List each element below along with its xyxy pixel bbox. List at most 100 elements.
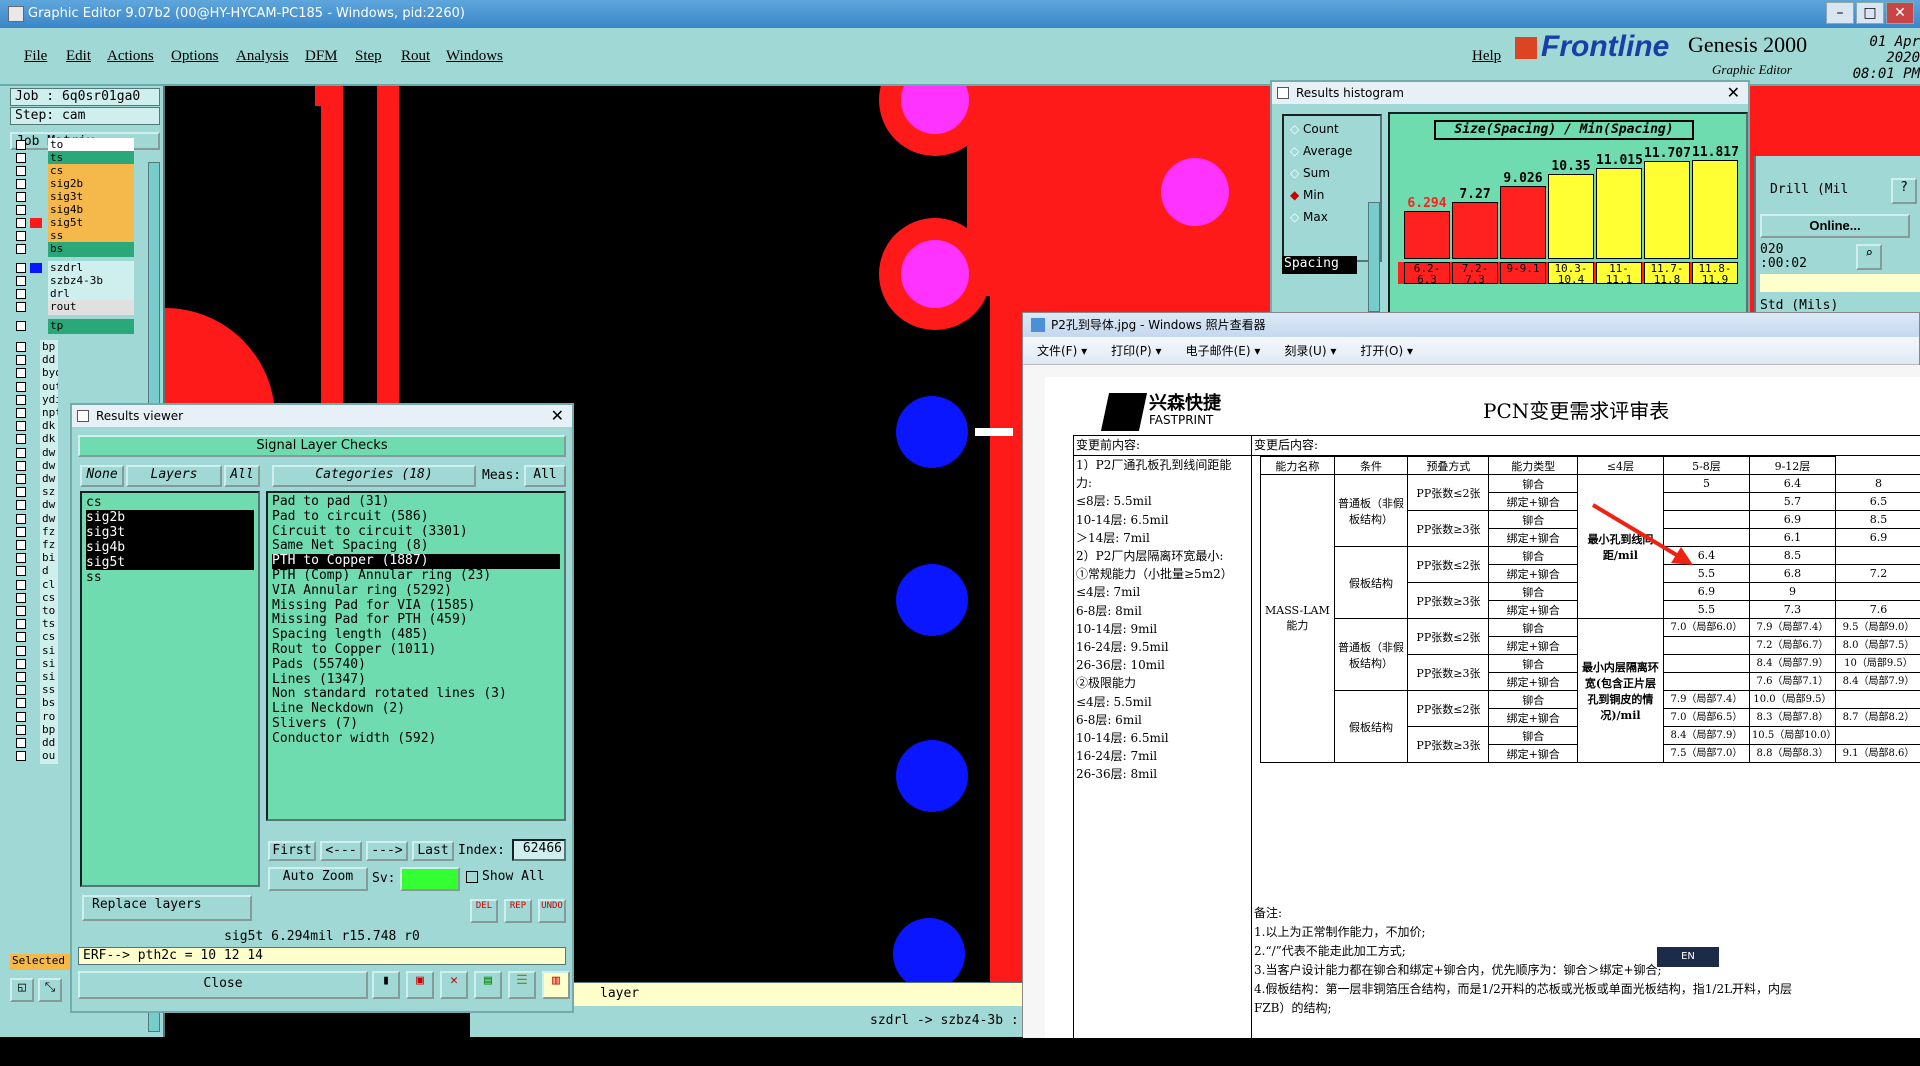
replace-layers-button[interactable]: Replace layers bbox=[82, 895, 252, 921]
aggregation-option[interactable]: ◇ Count bbox=[1290, 122, 1339, 136]
menu-rout[interactable]: Rout bbox=[401, 48, 430, 65]
layer-checkbox[interactable] bbox=[16, 474, 26, 484]
category-item[interactable]: Missing Pad for PTH (459) bbox=[272, 613, 560, 628]
photo-menu-item[interactable]: 文件(F) ▾ bbox=[1037, 344, 1087, 358]
layer-checkbox[interactable] bbox=[16, 738, 26, 748]
layer-row[interactable]: rout bbox=[14, 300, 134, 315]
layer-checkbox[interactable] bbox=[16, 527, 26, 537]
results-viewer-close-icon[interactable]: ✕ bbox=[551, 405, 564, 427]
layer-checkbox[interactable] bbox=[16, 593, 26, 603]
zoom-tool-icon[interactable]: ⤡ bbox=[38, 978, 62, 1002]
histogram-bar[interactable] bbox=[1500, 186, 1546, 259]
photo-menu-item[interactable]: 电子邮件(E) ▾ bbox=[1186, 344, 1261, 358]
menu-edit[interactable]: Edit bbox=[66, 48, 91, 65]
layer-checkbox[interactable] bbox=[16, 698, 26, 708]
histogram-bar[interactable] bbox=[1404, 211, 1450, 259]
layer-checkbox[interactable] bbox=[16, 263, 26, 273]
drill-hole[interactable] bbox=[896, 396, 968, 468]
category-item[interactable]: Missing Pad for VIA (1585) bbox=[272, 599, 560, 614]
menu-analysis[interactable]: Analysis bbox=[236, 48, 289, 65]
zoom-icon[interactable]: ⌕ bbox=[1856, 244, 1882, 270]
layer-checkbox[interactable] bbox=[16, 619, 26, 629]
categories-button[interactable]: Categories (18) bbox=[272, 465, 476, 487]
menu-step[interactable]: Step bbox=[355, 48, 382, 65]
layer-checkbox[interactable] bbox=[16, 751, 26, 761]
rep-icon[interactable]: REP bbox=[504, 899, 532, 923]
layer-checkbox[interactable] bbox=[16, 487, 26, 497]
result-layer-item[interactable]: ss bbox=[86, 570, 254, 585]
first-button[interactable]: First bbox=[268, 841, 316, 861]
category-item[interactable]: Same Net Spacing (8) bbox=[272, 539, 560, 554]
layer-checkbox[interactable] bbox=[16, 540, 26, 550]
layer-checkbox[interactable] bbox=[16, 231, 26, 241]
aggregation-option[interactable]: ◇ Sum bbox=[1290, 166, 1330, 180]
category-item[interactable]: VIA Annular ring (5292) bbox=[272, 584, 560, 599]
histogram-bar[interactable] bbox=[1548, 174, 1594, 259]
layer-checkbox[interactable] bbox=[16, 289, 26, 299]
clear-icon[interactable]: ✕ bbox=[440, 971, 468, 999]
category-item[interactable]: Pad to circuit (586) bbox=[272, 510, 560, 525]
category-item[interactable]: Pad to pad (31) bbox=[272, 495, 560, 510]
layer-checkbox[interactable] bbox=[16, 672, 26, 682]
result-layer-item[interactable]: sig3t bbox=[86, 525, 254, 540]
layer-checkbox[interactable] bbox=[16, 580, 26, 590]
layer-checkbox[interactable] bbox=[16, 192, 26, 202]
layer-checkbox[interactable] bbox=[16, 166, 26, 176]
meas-select[interactable]: All bbox=[524, 465, 566, 487]
layer-checkbox[interactable] bbox=[16, 395, 26, 405]
result-layer-item[interactable]: sig4b bbox=[86, 540, 254, 555]
minimize-button[interactable]: – bbox=[1826, 2, 1854, 24]
histogram-bar[interactable] bbox=[1452, 202, 1498, 259]
layer-checkbox[interactable] bbox=[16, 685, 26, 695]
histogram-icon[interactable]: ▥ bbox=[542, 971, 570, 999]
layers-button[interactable]: Layers bbox=[126, 465, 222, 487]
last-button[interactable]: Last bbox=[412, 841, 454, 861]
layer-checkbox[interactable] bbox=[16, 302, 26, 312]
photo-menu-item[interactable]: 打开(O) ▾ bbox=[1360, 344, 1413, 358]
histogram-scrollbar[interactable] bbox=[1368, 202, 1380, 312]
list-icon[interactable]: ☰ bbox=[508, 971, 536, 999]
layer-checkbox[interactable] bbox=[16, 179, 26, 189]
ime-indicator[interactable]: EN bbox=[1657, 947, 1719, 967]
aggregation-option[interactable]: ◇ Max bbox=[1290, 210, 1328, 224]
layer-checkbox[interactable] bbox=[16, 244, 26, 254]
histogram-bar[interactable] bbox=[1692, 160, 1738, 259]
layer-checkbox[interactable] bbox=[16, 153, 26, 163]
category-item[interactable]: Spacing length (485) bbox=[272, 628, 560, 643]
layer-checkbox[interactable] bbox=[16, 140, 26, 150]
menu-help[interactable]: Help bbox=[1472, 48, 1501, 65]
layer-checkbox[interactable] bbox=[16, 434, 26, 444]
category-item[interactable]: PTH to Copper (1887) bbox=[272, 554, 560, 569]
via-pad[interactable] bbox=[1161, 158, 1229, 226]
layer-checkbox[interactable] bbox=[16, 321, 26, 331]
layer-result-list[interactable]: cssig2bsig3tsig4bsig5tss bbox=[80, 491, 260, 887]
menu-windows[interactable]: Windows bbox=[446, 48, 503, 65]
layer-checkbox[interactable] bbox=[16, 421, 26, 431]
none-button[interactable]: None bbox=[80, 465, 124, 487]
close-button[interactable]: Close bbox=[78, 971, 368, 999]
measure-icon[interactable]: ▮ bbox=[372, 971, 400, 999]
category-item[interactable]: Pads (55740) bbox=[272, 658, 560, 673]
layer-row[interactable]: ou bbox=[14, 749, 58, 764]
all-layers-button[interactable]: All bbox=[224, 465, 260, 487]
category-list[interactable]: Pad to pad (31)Pad to circuit (586)Circu… bbox=[266, 491, 566, 821]
category-item[interactable]: Conductor width (592) bbox=[272, 732, 560, 747]
layer-checkbox[interactable] bbox=[16, 355, 26, 365]
help-icon[interactable]: ? bbox=[1891, 178, 1917, 204]
tool-icon[interactable]: ◱ bbox=[10, 978, 34, 1002]
undo-icon[interactable]: UNDO bbox=[538, 899, 566, 923]
histogram-close-icon[interactable]: ✕ bbox=[1727, 82, 1740, 104]
category-item[interactable]: Circuit to circuit (3301) bbox=[272, 525, 560, 540]
del-icon[interactable]: DEL bbox=[470, 899, 498, 923]
online-button[interactable]: Online... bbox=[1760, 214, 1910, 238]
aggregation-option[interactable]: ◇ Average bbox=[1290, 144, 1352, 158]
drill-hole[interactable] bbox=[896, 740, 968, 812]
layer-checkbox[interactable] bbox=[16, 659, 26, 669]
category-item[interactable]: PTH (Comp) Annular ring (23) bbox=[272, 569, 560, 584]
layer-checkbox[interactable] bbox=[16, 368, 26, 378]
layer-checkbox[interactable] bbox=[16, 382, 26, 392]
next-button[interactable]: ---> bbox=[366, 841, 408, 861]
layer-checkbox[interactable] bbox=[16, 461, 26, 471]
layer-checkbox[interactable] bbox=[16, 553, 26, 563]
export-icon[interactable]: ▣ bbox=[406, 971, 434, 999]
